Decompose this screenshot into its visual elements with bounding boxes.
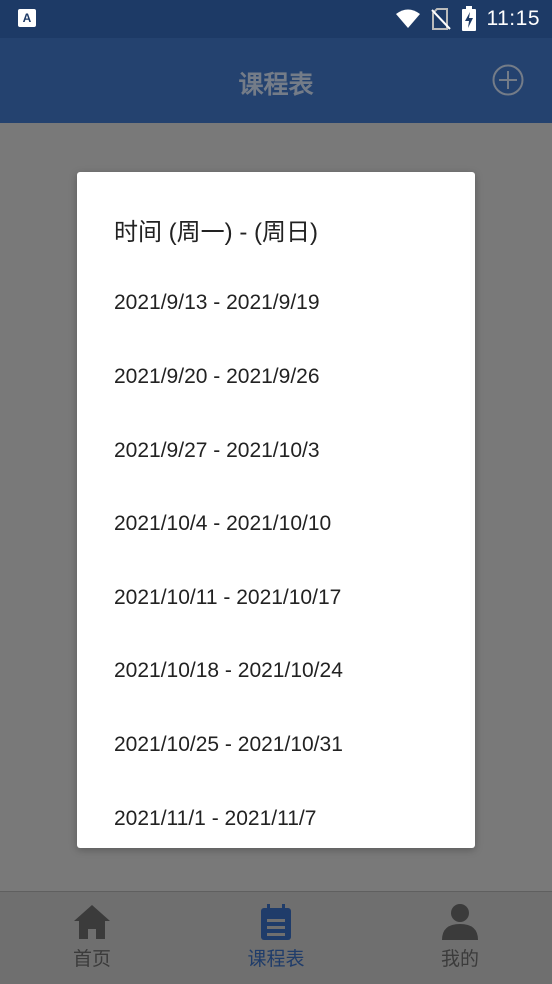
home-icon — [74, 905, 110, 939]
bottom-nav: 首页 课程表 我的 — [0, 891, 552, 984]
dialog-title: 时间 (周一) - (周日) — [114, 219, 318, 246]
week-option[interactable]: 2021/10/18 - 2021/10/24 — [77, 634, 475, 708]
wifi-icon — [395, 9, 420, 28]
week-option[interactable]: 2021/9/27 - 2021/10/3 — [77, 414, 475, 488]
app-bar: 课程表 — [0, 38, 552, 123]
week-picker-dialog: 时间 (周一) - (周日) 2021/9/13 - 2021/9/19 202… — [77, 172, 475, 848]
nav-item-schedule[interactable]: 课程表 — [216, 902, 336, 978]
battery-charging-icon — [461, 6, 476, 31]
nav-item-home[interactable]: 首页 — [32, 902, 152, 978]
nav-label-schedule: 课程表 — [247, 949, 305, 970]
week-option[interactable]: 2021/9/13 - 2021/9/19 — [77, 266, 475, 340]
person-icon — [442, 904, 478, 940]
page-title: 课程表 — [238, 71, 314, 99]
week-option[interactable]: 2021/10/4 - 2021/10/10 — [77, 487, 475, 561]
week-option[interactable]: 2021/10/25 - 2021/10/31 — [77, 708, 475, 782]
plus-circle-icon[interactable] — [492, 64, 524, 96]
notification-app-icon: A — [18, 9, 36, 27]
status-bar: A 11:15 — [0, 0, 552, 38]
status-indicators: 11:15 — [395, 6, 541, 32]
week-option[interactable]: 2021/11/1 - 2021/11/7 — [77, 782, 475, 848]
calendar-icon — [261, 904, 291, 940]
status-time: 11:15 — [486, 7, 540, 30]
no-sim-icon — [430, 8, 451, 30]
nav-label-profile: 我的 — [440, 949, 479, 970]
week-option[interactable]: 2021/10/11 - 2021/10/17 — [77, 561, 475, 635]
nav-label-home: 首页 — [72, 949, 111, 970]
week-option[interactable]: 2021/9/20 - 2021/9/26 — [77, 340, 475, 414]
nav-item-profile[interactable]: 我的 — [400, 902, 520, 978]
